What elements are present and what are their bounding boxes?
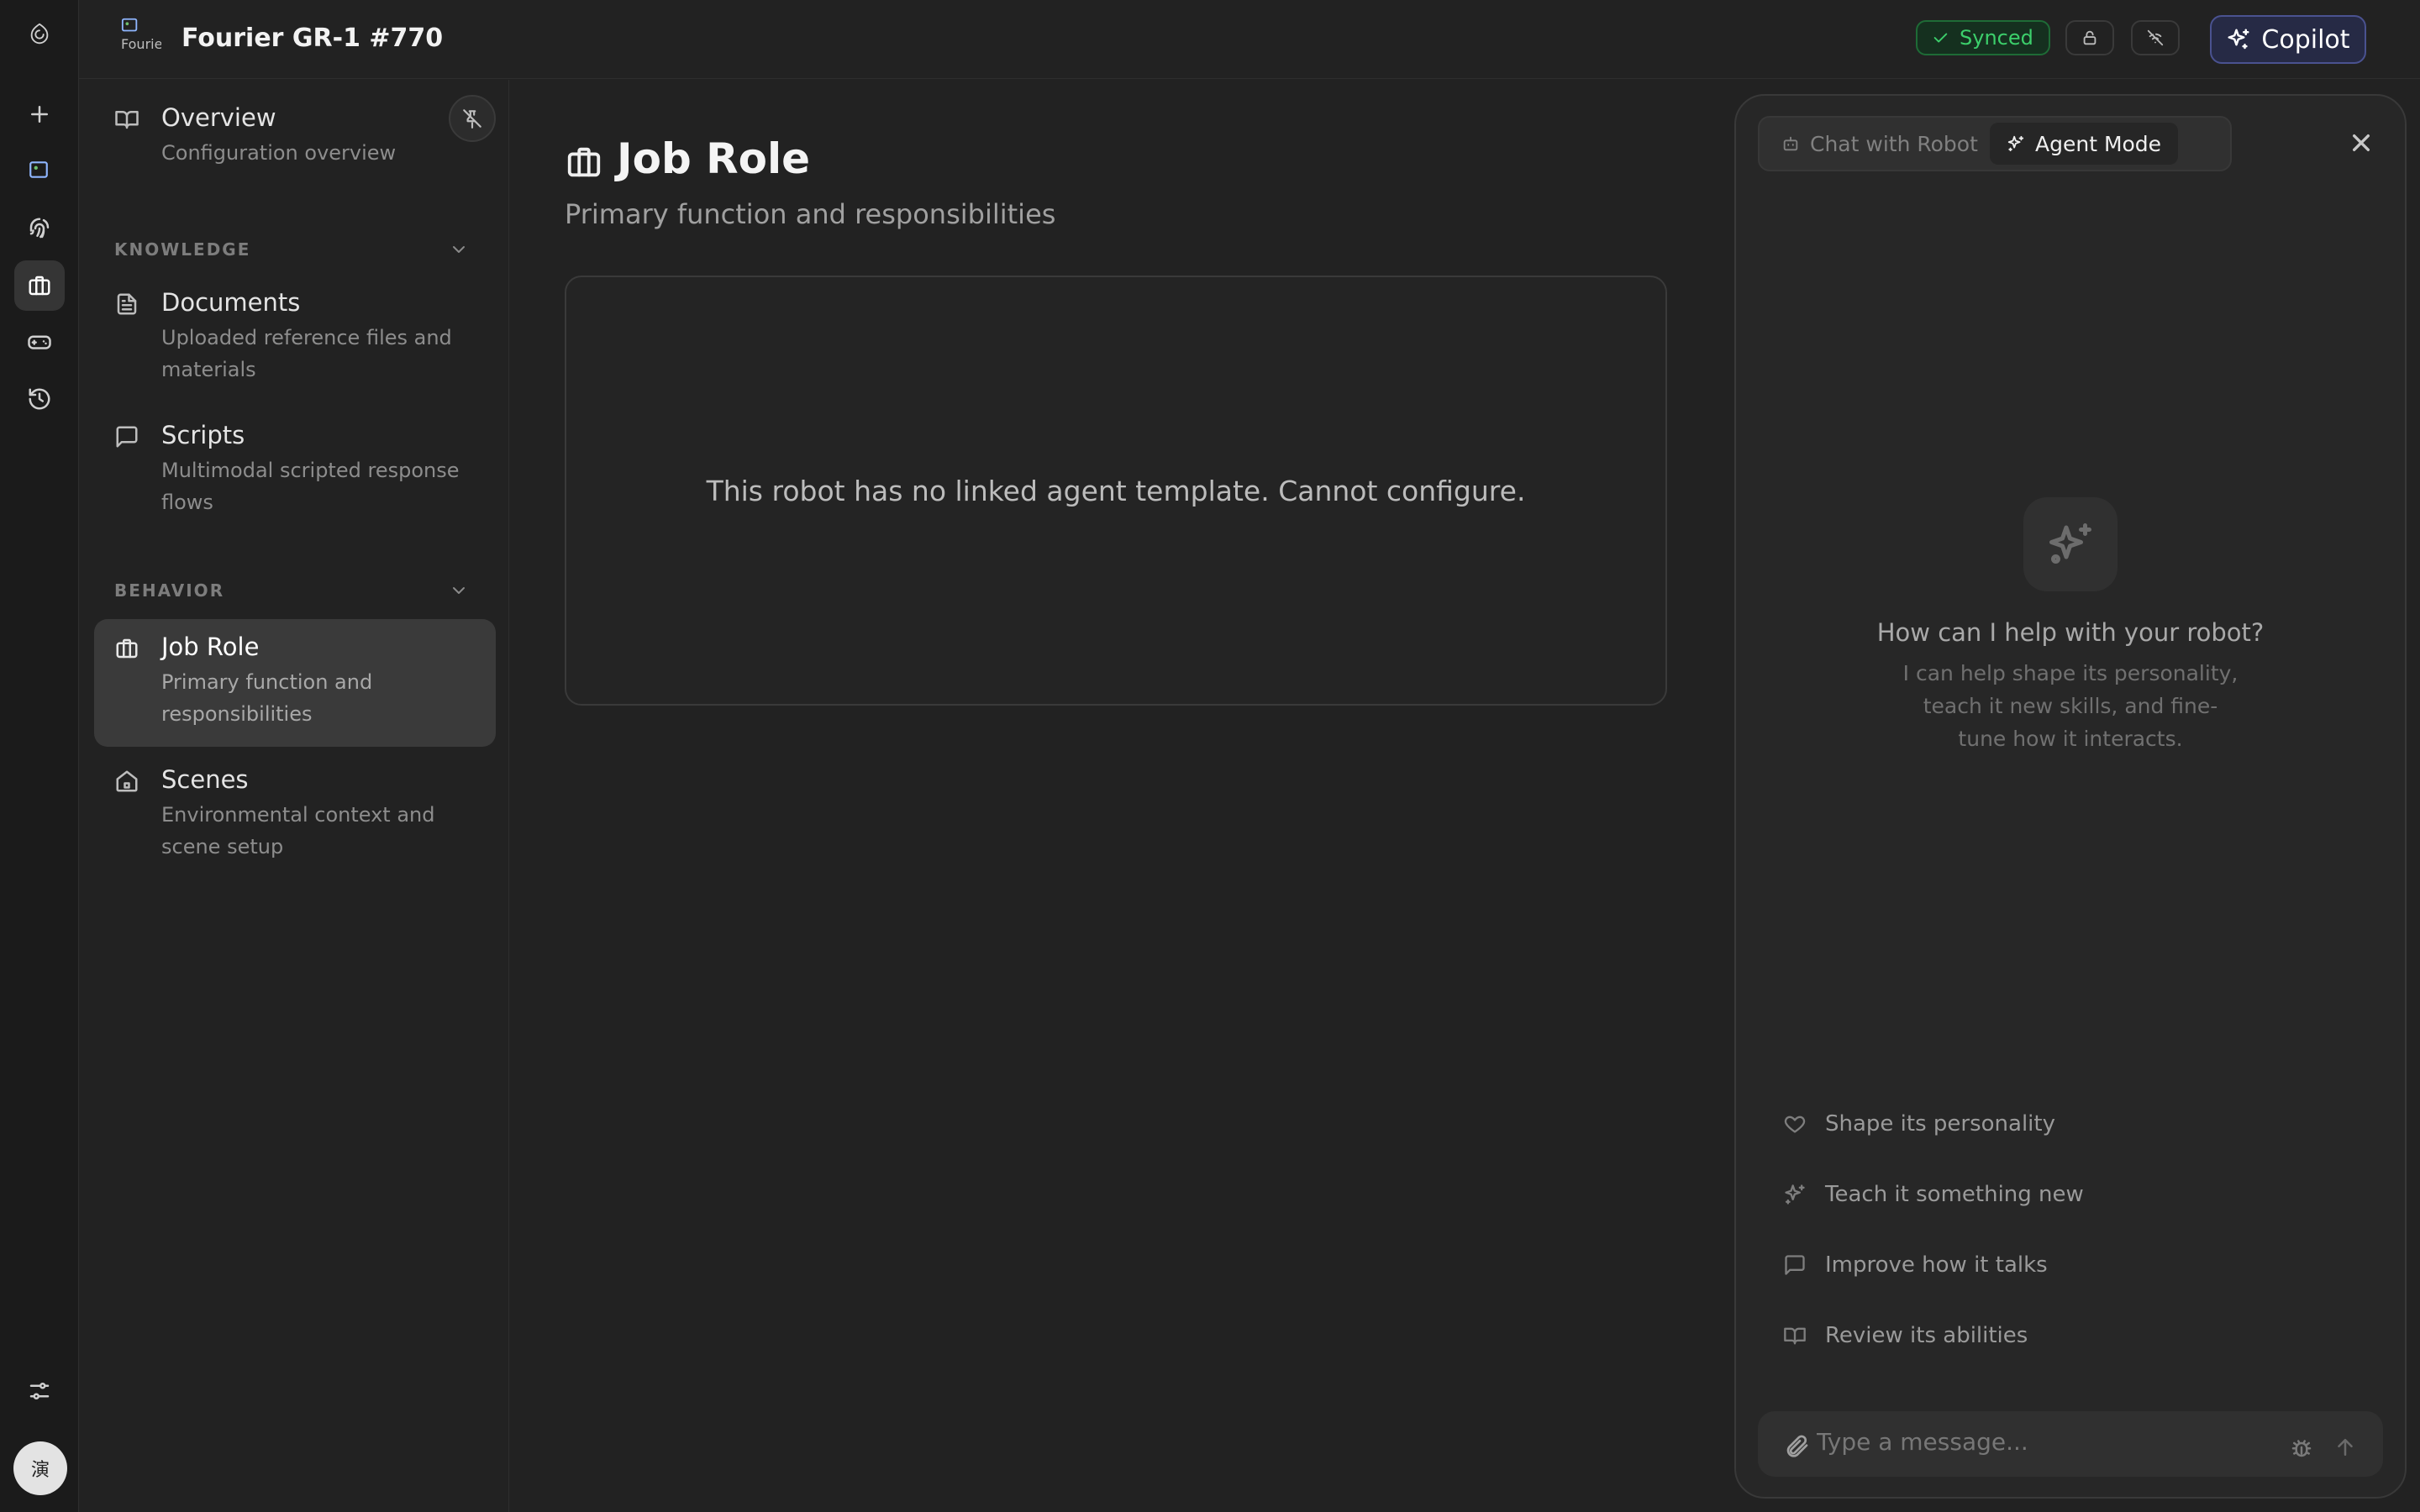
bug-icon[interactable] [2289,1435,2314,1460]
copilot-panel: Chat with Robot Agent Mode How can I hel… [1734,94,2407,1499]
sidebar-item-overview[interactable]: Overview Configuration overview [94,95,496,171]
robot-name: Fourier GR-1 #770 [182,24,444,53]
suggestion-label: Shape its personality [1825,1111,2055,1137]
briefcase-icon [114,636,139,661]
sidebar-item-scenes[interactable]: Scenes Environmental context and scene s… [94,752,496,861]
gamepad-icon[interactable] [14,317,65,367]
robot-image: Fourier [121,17,161,62]
suggestion-shape-personality[interactable]: Shape its personality [1783,1107,2055,1141]
message-input[interactable] [1817,1421,2287,1462]
robot-avatar-thumbnail[interactable] [18,150,59,190]
book-open-icon [114,107,139,132]
sidebar-item-title: Scenes [161,765,249,794]
sidebar-item-title: Overview [161,103,276,132]
suggestion-label: Review its abilities [1825,1323,2028,1348]
chevron-down-icon[interactable] [449,239,469,260]
page-subtitle: Primary function and responsibilities [565,198,1056,230]
welcome-title: How can I help with your robot? [1876,618,2265,647]
sidebar-item-title: Scripts [161,421,245,449]
user-avatar-initial: 演 [30,1460,50,1481]
app-logo-icon[interactable] [14,8,65,59]
empty-state-message: This robot has no linked agent template.… [706,474,1526,507]
tab-chat-with-robot[interactable]: Chat with Robot [1765,123,1995,165]
suggestion-label: Improve how it talks [1825,1252,2048,1278]
sparkles-icon [2023,497,2118,591]
tab-agent-mode[interactable]: Agent Mode [1990,123,2179,165]
file-text-icon [114,291,139,317]
briefcase-icon[interactable] [14,260,65,311]
sparkles-icon [2228,29,2249,50]
close-panel-button[interactable] [2344,126,2378,160]
section-label-knowledge: KNOWLEDGE [114,239,251,260]
welcome-description: I can help shape its personality, teach … [1902,661,2238,751]
paperclip-icon[interactable] [1783,1433,1810,1460]
sidebar-item-desc: Configuration overview [161,141,397,165]
page-title: Job Role [617,134,811,183]
check-icon [1933,33,1948,43]
tab-label: Chat with Robot [1810,131,1978,156]
chevron-down-icon[interactable] [449,580,469,601]
sync-status-badge: Synced [1916,20,2050,55]
lock-icon [2083,30,2096,45]
message-square-icon [1785,1255,1805,1275]
message-composer [1758,1411,2383,1477]
sync-status-text: Synced [1960,26,2033,50]
lock-button[interactable] [2065,20,2114,55]
sidebar-item-documents[interactable]: Documents Uploaded reference files and m… [94,275,496,384]
suggestion-review-abilities[interactable]: Review its abilities [1783,1319,2028,1352]
suggestion-improve-talk[interactable]: Improve how it talks [1783,1248,2048,1282]
user-avatar[interactable]: 演 [13,1441,67,1495]
copilot-button-label: Copilot [2261,24,2350,55]
suggestion-label: Teach it something new [1825,1182,2084,1207]
copilot-button[interactable]: Copilot [2210,15,2366,64]
new-robot-button[interactable] [14,89,65,139]
app-rail: 演 [0,0,79,1512]
tab-label: Agent Mode [2035,131,2162,156]
arrow-up-icon [2338,1439,2353,1456]
settings-sliders-icon[interactable] [14,1366,65,1416]
wifi-off-button[interactable] [2131,20,2180,55]
bot-icon [1783,136,1798,151]
sidebar-item-title: Job Role [161,633,260,661]
home-icon [114,769,139,794]
briefcase-icon [565,143,603,181]
heart-icon [1784,1116,1806,1133]
robot-image-alt: Fourier [121,36,161,52]
sidebar-item-title: Documents [161,288,301,317]
sidebar-item-desc: Multimodal scripted response flows [161,459,460,514]
mode-switch: Chat with Robot Agent Mode [1758,116,2232,171]
sidebar-item-desc: Uploaded reference files and materials [161,326,452,381]
wifi-off-icon [2147,29,2164,46]
empty-state-card: This robot has no linked agent template.… [565,276,1667,706]
sidebar-item-job-role[interactable]: Job Role Primary function and responsibi… [94,619,496,747]
sidebar-item-scripts[interactable]: Scripts Multimodal scripted response flo… [94,407,496,517]
fingerprint-icon[interactable] [14,203,65,254]
sparkles-icon [1785,1184,1805,1205]
book-open-icon [1784,1327,1806,1345]
sidebar-item-desc: Environmental context and scene setup [161,803,435,858]
send-button[interactable] [2333,1435,2358,1460]
section-label-behavior: BEHAVIOR [114,580,225,601]
message-square-icon [114,424,139,449]
config-sidebar: Overview Configuration overview KNOWLEDG… [79,80,509,1512]
sidebar-item-desc: Primary function and responsibilities [161,670,373,726]
sparkles-icon [2007,135,2024,152]
history-icon[interactable] [14,374,65,424]
close-icon [2353,134,2370,151]
suggestion-teach-new[interactable]: Teach it something new [1783,1178,2084,1211]
